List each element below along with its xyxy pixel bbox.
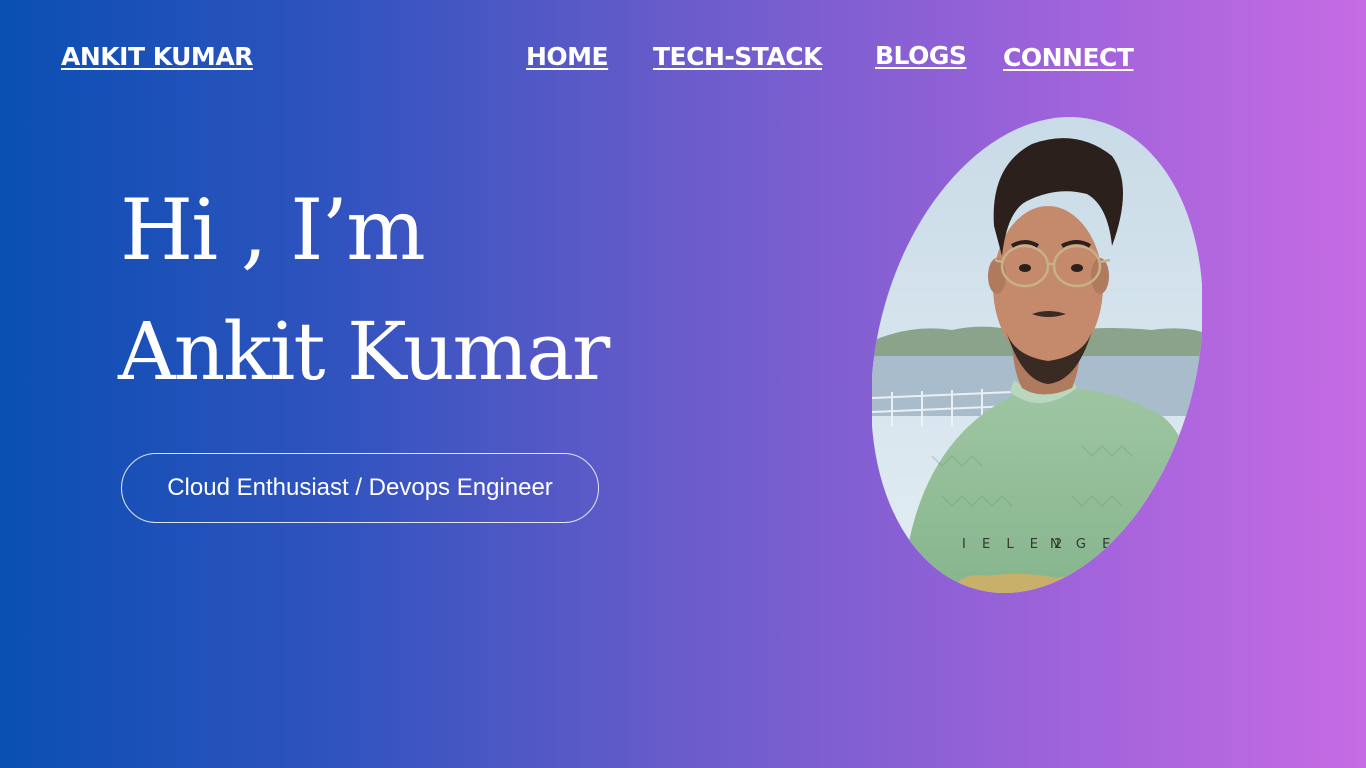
profile-photo: I E L E 2 N G E L	[872, 116, 1202, 594]
shirt-text-right: N G E L	[1050, 537, 1140, 552]
role-text: Cloud Enthusiast / Devops Engineer	[167, 474, 553, 501]
role-pill: Cloud Enthusiast / Devops Engineer	[121, 453, 599, 523]
nav-home-link[interactable]: HOME	[526, 42, 609, 71]
brand-link[interactable]: ANKIT KUMAR	[61, 42, 253, 71]
hero-name: Ankit Kumar	[118, 305, 610, 398]
nav-blogs-link[interactable]: BLOGS	[875, 41, 967, 70]
hero-greeting: Hi , I’m	[120, 181, 426, 279]
nav-connect-link[interactable]: CONNECT	[1003, 43, 1134, 72]
nav-tech-stack-link[interactable]: TECH-STACK	[653, 42, 822, 71]
